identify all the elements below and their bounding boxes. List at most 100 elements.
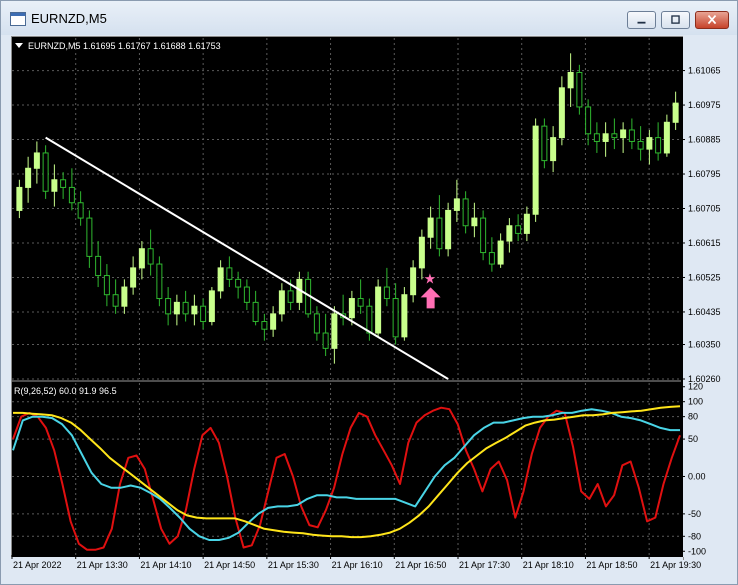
time-tick-label: 21 Apr 19:30 [650, 560, 701, 570]
candle-body [532, 125, 539, 215]
candle [51, 164, 58, 207]
candle [672, 91, 679, 130]
time-tick-label: 21 Apr 13:30 [77, 560, 128, 570]
candle [480, 210, 487, 261]
candle [637, 126, 644, 161]
candle [340, 294, 347, 326]
candle-body [471, 217, 478, 227]
candle [585, 99, 592, 146]
candle-body [418, 236, 425, 269]
price-tick-label: 1.61065 [688, 66, 721, 76]
candle-body [235, 278, 242, 288]
candle [138, 241, 145, 280]
candle-body [515, 225, 522, 234]
price-tick-label: 1.60975 [688, 100, 721, 110]
candle [86, 210, 93, 268]
candle-body [366, 305, 373, 334]
candle-body [602, 133, 609, 142]
candle-body [462, 198, 469, 227]
indicator-header: R(9,26,52) 60.0 91.9 96.5 [14, 386, 117, 396]
candle-body [121, 286, 128, 307]
candle [191, 294, 198, 326]
candle [471, 202, 478, 238]
candle-body [401, 294, 408, 338]
candle-body [427, 217, 434, 238]
star-icon: ★ [424, 271, 437, 287]
candle-body [348, 298, 355, 319]
candle-body [165, 298, 172, 315]
candle-body [217, 267, 224, 292]
candle [602, 122, 609, 157]
price-tick-label: 1.60795 [688, 169, 721, 179]
candle [121, 279, 128, 314]
candle [401, 287, 408, 341]
candle-body [182, 301, 189, 315]
candle [436, 195, 443, 257]
candle-body [445, 209, 452, 250]
candle-body [488, 252, 495, 265]
signal-marker: ★ [420, 271, 441, 309]
candle [541, 118, 548, 169]
candle-body [287, 290, 294, 303]
price-tick-label: 1.60885 [688, 135, 721, 145]
candle [453, 179, 460, 222]
candle [655, 122, 662, 161]
time-tick-label: 21 Apr 14:10 [140, 560, 191, 570]
candle-body [576, 71, 583, 108]
candle [322, 313, 329, 357]
candle [200, 298, 207, 330]
candle-body [42, 152, 49, 192]
candle-body [270, 313, 277, 330]
candle-body [208, 290, 215, 323]
candle-body [593, 133, 600, 142]
chart-window: EURNZD,M5 ★ 1.61065 1.60975 1.60885 1.60795… [0, 0, 738, 585]
osc-tick-label: 50 [688, 434, 698, 444]
candle [68, 168, 75, 211]
candle-body [436, 217, 443, 250]
candle [313, 306, 320, 341]
candle-body [331, 313, 338, 349]
candle-body [191, 305, 198, 315]
candle-body [628, 129, 635, 142]
axes: 1.61065 1.60975 1.60885 1.60795 1.60705 1.606… [11, 36, 737, 583]
candle [165, 287, 172, 326]
osc-tick-label: -100 [688, 546, 706, 556]
candle-body [138, 248, 145, 269]
candle [593, 122, 600, 153]
candle [357, 279, 364, 314]
candle [628, 118, 635, 150]
candle [252, 290, 259, 326]
candle-body [523, 213, 530, 234]
candle [112, 279, 119, 314]
time-tick-label: 21 Apr 16:50 [395, 560, 446, 570]
candle [243, 279, 250, 311]
candle [25, 156, 32, 203]
candle-body [383, 286, 390, 300]
dropdown-arrow-icon[interactable] [15, 43, 23, 48]
time-tick-label: 21 Apr 15:30 [268, 560, 319, 570]
candle [515, 214, 522, 242]
oscillator-line-1 [12, 406, 681, 551]
candle-body [278, 290, 285, 315]
candle-body [541, 125, 548, 162]
candle [33, 141, 40, 184]
chart-canvas[interactable]: ★ 1.610651.609751.608851.607951.607051.6… [1, 1, 737, 584]
candle-body [567, 71, 574, 89]
candle-body [620, 129, 627, 139]
candle-body [506, 225, 513, 242]
candle-body [173, 301, 180, 315]
candle [611, 118, 618, 150]
candle [226, 256, 233, 288]
osc-tick-label: -50 [688, 509, 701, 519]
candle [217, 260, 224, 299]
candle-body [130, 267, 137, 288]
candle-body [497, 240, 504, 265]
candle [182, 290, 189, 322]
candle-body [252, 301, 259, 323]
candle-body [86, 217, 93, 257]
oscillator-series [12, 405, 681, 551]
price-tick-label: 1.60350 [688, 340, 721, 350]
candle [261, 313, 268, 341]
candle [410, 260, 417, 303]
candle [366, 298, 373, 341]
